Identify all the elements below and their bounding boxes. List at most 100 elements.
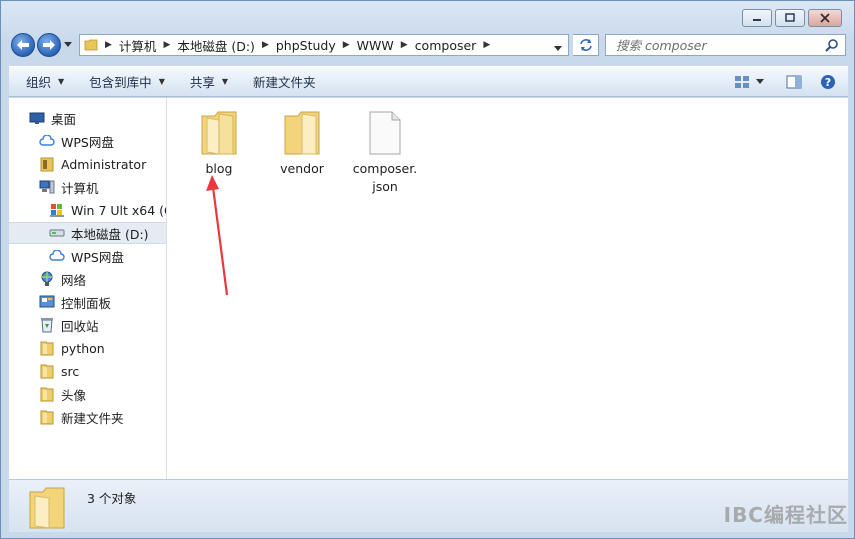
include-in-library-button[interactable]: 包含到库中 ▼ bbox=[73, 67, 174, 96]
file-item-blog[interactable]: blog bbox=[181, 106, 257, 178]
sidebar-item-drive-d[interactable]: 本地磁盘 (D:) bbox=[9, 222, 166, 244]
navigation-pane: 桌面 WPS网盘 Administrator 计算机 Win 7 Ult x64… bbox=[9, 98, 167, 479]
folder-icon bbox=[196, 106, 242, 156]
navigation-buttons bbox=[11, 33, 73, 57]
change-view-button[interactable] bbox=[734, 75, 764, 89]
sidebar-item-label: 头像 bbox=[61, 387, 87, 403]
maximize-icon bbox=[785, 13, 795, 22]
chevron-down-icon: ▼ bbox=[58, 77, 65, 86]
sidebar-item-drive-c[interactable]: Win 7 Ult x64 (C: bbox=[49, 199, 166, 221]
network-icon bbox=[39, 271, 55, 287]
sidebar-item-label: python bbox=[61, 340, 105, 356]
chevron-down-icon: ▼ bbox=[221, 77, 229, 86]
drive-icon bbox=[49, 225, 65, 241]
search-box bbox=[605, 34, 846, 56]
file-name: vendor bbox=[280, 161, 324, 176]
breadcrumb-separator[interactable]: ▶ bbox=[163, 40, 170, 50]
new-folder-label: 新建文件夹 bbox=[253, 75, 316, 90]
sidebar-item-label: 桌面 bbox=[51, 111, 77, 127]
svg-text:?: ? bbox=[825, 76, 831, 89]
back-button[interactable] bbox=[11, 33, 35, 57]
organize-button[interactable]: 组织 ▼ bbox=[9, 67, 73, 96]
breadcrumb-separator[interactable]: ▶ bbox=[401, 40, 408, 50]
sidebar-item-wps-cloud-2[interactable]: WPS网盘 bbox=[49, 245, 124, 267]
sidebar-item-wps-cloud[interactable]: WPS网盘 bbox=[39, 130, 114, 152]
forward-button[interactable] bbox=[37, 33, 61, 57]
folder-icon bbox=[279, 106, 325, 156]
explorer-window: ▶ 计算机 ▶ 本地磁盘 (D:) ▶ phpStudy ▶ WWW ▶ com… bbox=[0, 0, 855, 539]
breadcrumb-composer[interactable]: composer bbox=[415, 38, 477, 53]
sidebar-item-label: 控制面板 bbox=[61, 295, 112, 311]
address-bar[interactable]: ▶ 计算机 ▶ 本地磁盘 (D:) ▶ phpStudy ▶ WWW ▶ com… bbox=[79, 34, 569, 56]
minimize-button[interactable] bbox=[742, 9, 772, 27]
sidebar-item-network[interactable]: 网络 bbox=[39, 268, 86, 290]
share-button[interactable]: 共享 ▼ bbox=[174, 67, 237, 96]
breadcrumb-computer[interactable]: 计算机 bbox=[119, 36, 157, 55]
refresh-icon bbox=[579, 39, 592, 51]
chevron-down-icon: ▼ bbox=[158, 77, 165, 86]
sidebar-item-label: WPS网盘 bbox=[71, 249, 124, 265]
folder-icon bbox=[39, 409, 55, 425]
watermark-logo: IBC编程社区 bbox=[723, 503, 848, 527]
breadcrumb-separator[interactable]: ▶ bbox=[483, 40, 490, 50]
search-input[interactable] bbox=[614, 36, 818, 54]
recent-pages-dropdown[interactable] bbox=[63, 33, 73, 57]
file-name: composer. json bbox=[352, 161, 418, 194]
window-controls bbox=[742, 9, 842, 27]
help-icon: ? bbox=[821, 74, 835, 89]
preview-pane-button[interactable] bbox=[786, 75, 802, 89]
view-controls: ? bbox=[734, 67, 848, 96]
sidebar-item-recycle-bin[interactable]: 回收站 bbox=[39, 314, 99, 336]
folder-icon bbox=[84, 38, 98, 52]
close-icon bbox=[820, 13, 830, 23]
breadcrumb-phpstudy[interactable]: phpStudy bbox=[276, 38, 336, 53]
sidebar-item-src[interactable]: src bbox=[39, 360, 79, 382]
details-pane: 3 个对象 bbox=[9, 479, 848, 532]
sidebar-item-new-folder[interactable]: 新建文件夹 bbox=[39, 406, 124, 428]
sidebar-item-label: 网络 bbox=[61, 272, 87, 288]
item-count: 3 个对象 bbox=[87, 491, 137, 506]
sidebar-item-label: 新建文件夹 bbox=[61, 410, 124, 426]
sidebar-item-label: 计算机 bbox=[61, 180, 99, 196]
folder-icon bbox=[27, 484, 67, 533]
forward-arrow-icon bbox=[43, 40, 55, 50]
sidebar-item-label: WPS网盘 bbox=[61, 134, 114, 150]
help-button[interactable]: ? bbox=[820, 74, 836, 90]
sidebar-item-administrator[interactable]: Administrator bbox=[39, 153, 146, 175]
file-item-vendor[interactable]: vendor bbox=[264, 106, 340, 178]
search-icon[interactable] bbox=[825, 38, 839, 55]
chevron-down-icon bbox=[554, 46, 562, 51]
organize-label: 组织 bbox=[26, 75, 52, 90]
address-history-dropdown[interactable] bbox=[554, 40, 562, 55]
include-in-library-label: 包含到库中 bbox=[89, 75, 152, 90]
folder-icon bbox=[39, 363, 55, 379]
breadcrumb-separator[interactable]: ▶ bbox=[343, 40, 350, 50]
chevron-down-icon bbox=[64, 42, 72, 47]
new-folder-button[interactable]: 新建文件夹 bbox=[237, 67, 325, 96]
minimize-icon bbox=[753, 19, 761, 21]
cloud-icon bbox=[49, 248, 65, 264]
sidebar-item-label: src bbox=[61, 363, 80, 379]
sidebar-item-computer[interactable]: 计算机 bbox=[39, 176, 99, 198]
sidebar-item-desktop[interactable]: 桌面 bbox=[29, 107, 76, 129]
breadcrumb-www[interactable]: WWW bbox=[357, 38, 394, 53]
refresh-button[interactable] bbox=[573, 34, 599, 56]
close-button[interactable] bbox=[808, 9, 842, 27]
sidebar-item-label: Administrator bbox=[61, 156, 147, 172]
file-item-composer-json[interactable]: composer. json bbox=[347, 106, 423, 196]
maximize-button[interactable] bbox=[775, 9, 805, 27]
folder-icon bbox=[39, 340, 55, 356]
back-arrow-icon bbox=[17, 40, 29, 50]
sidebar-item-control-panel[interactable]: 控制面板 bbox=[39, 291, 111, 313]
preview-pane-icon bbox=[786, 75, 802, 88]
file-list: blog vendor composer. json bbox=[167, 98, 848, 479]
breadcrumb-local-disk-d[interactable]: 本地磁盘 (D:) bbox=[177, 36, 255, 55]
breadcrumb-separator[interactable]: ▶ bbox=[262, 40, 269, 50]
control-panel-icon bbox=[39, 294, 55, 310]
windows-drive-icon bbox=[49, 202, 65, 218]
chevron-down-icon bbox=[756, 78, 764, 84]
sidebar-item-avatar-folder[interactable]: 头像 bbox=[39, 383, 86, 405]
user-folder-icon bbox=[39, 156, 55, 172]
command-bar: 组织 ▼ 包含到库中 ▼ 共享 ▼ 新建文件夹 ? bbox=[9, 66, 848, 97]
sidebar-item-python[interactable]: python bbox=[39, 337, 105, 359]
